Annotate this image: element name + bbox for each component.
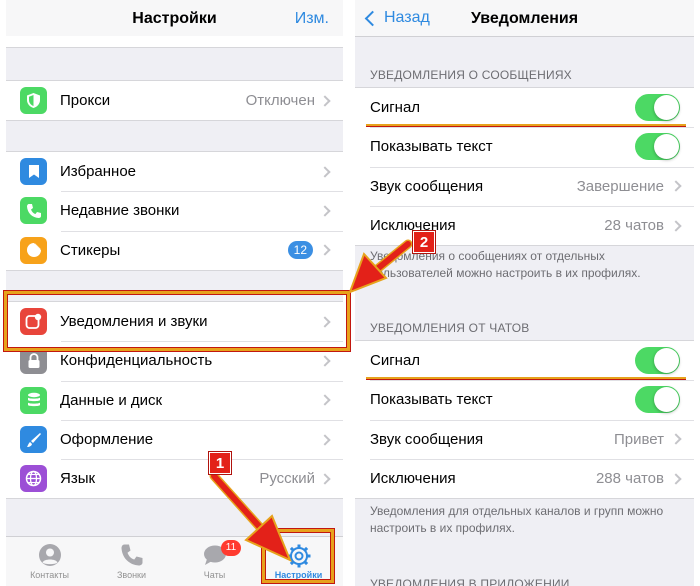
arrow-to-settings-tab (209, 471, 292, 562)
annotation-arrows (209, 239, 413, 562)
step-2-badge: 2 (413, 231, 435, 253)
step-1-badge: 1 (209, 452, 231, 474)
arrow-to-notifications (348, 239, 413, 294)
